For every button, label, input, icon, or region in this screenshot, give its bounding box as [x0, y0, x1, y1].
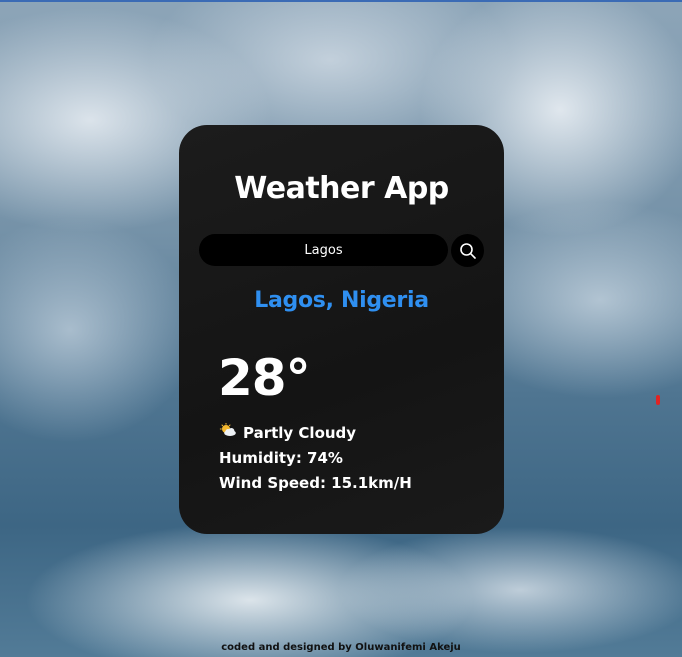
search-icon [459, 242, 476, 259]
search-bar [199, 234, 484, 267]
partly-cloudy-icon [219, 422, 236, 436]
condition-row: Partly Cloudy [219, 421, 412, 446]
search-input[interactable] [199, 234, 448, 266]
weather-card: Weather App Lagos, Nigeria 28° [179, 125, 504, 534]
humidity-label: Humidity: 74% [219, 449, 343, 467]
temperature: 28° [218, 349, 311, 407]
footer-credit: coded and designed by Oluwanifemi Akeju [221, 642, 461, 653]
scroll-indicator [656, 395, 660, 405]
weather-details: Partly Cloudy Humidity: 74% Wind Speed: … [219, 421, 412, 496]
search-button[interactable] [451, 234, 484, 267]
app-title: Weather App [234, 171, 449, 206]
condition-label: Partly Cloudy [243, 424, 357, 442]
wind-speed-label: Wind Speed: 15.1km/H [219, 474, 412, 492]
location-name: Lagos, Nigeria [254, 288, 429, 313]
